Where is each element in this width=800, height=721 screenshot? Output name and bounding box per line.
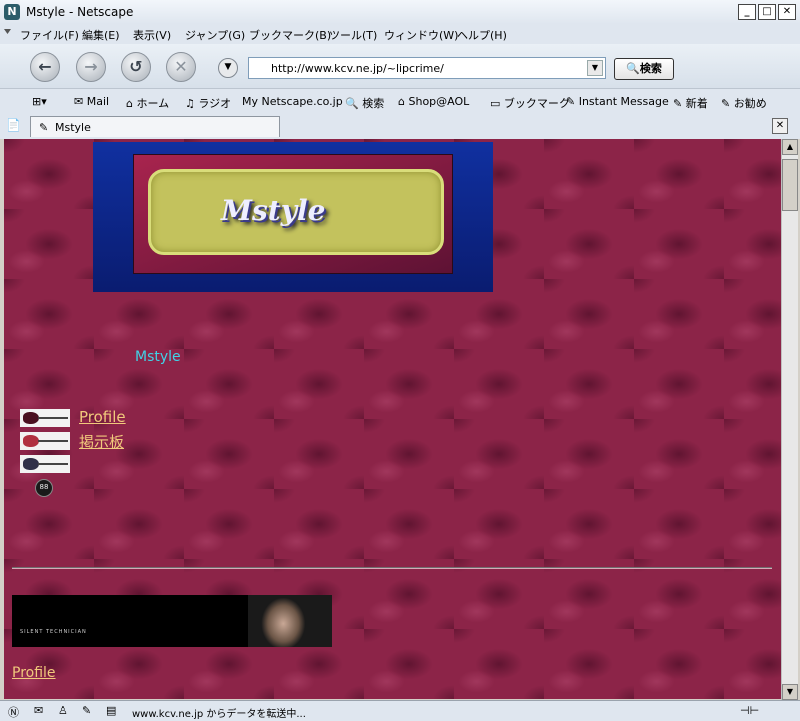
my-netscape-icon: My — [242, 95, 262, 108]
search-button-label: 検索 — [639, 62, 662, 75]
banner-logo-text: Mstyle — [221, 194, 326, 227]
url-history-dropdown-icon[interactable]: ▼ — [218, 58, 238, 78]
bookmark-icon: ✎ — [566, 95, 579, 108]
portrait-photo — [248, 595, 332, 647]
minimize-button[interactable]: _ — [738, 4, 756, 20]
menu-tools[interactable]: ツール(T) — [329, 27, 377, 43]
banner-frame: Mstyle — [133, 154, 453, 274]
site-banner: Mstyle — [93, 142, 493, 292]
personal-item-bookmarks[interactable]: ▭ ブックマーク — [490, 95, 570, 111]
scroll-up-icon[interactable]: ▲ — [782, 139, 798, 155]
menu-edit[interactable]: 編集(E) — [82, 27, 120, 43]
status-text: www.kcv.ne.jp からデータを転送中... — [132, 709, 306, 720]
aim-icon[interactable]: ♙ — [58, 704, 68, 717]
url-field[interactable]: http://www.kcv.ne.jp/~lipcrime/ ▼ — [248, 57, 606, 79]
personal-item-new[interactable]: ✎ 新着 — [673, 95, 708, 111]
url-dropdown-icon[interactable]: ▼ — [587, 60, 603, 76]
tab-bar: 📄 ✎ Mstyle ✕ — [0, 114, 800, 139]
search-icon: 🔍 — [345, 97, 363, 110]
address-book-icon[interactable]: ▤ — [106, 704, 116, 717]
personal-item-shop[interactable]: ⌂ Shop@AOL — [398, 95, 469, 108]
back-button[interactable]: ← — [30, 52, 60, 82]
scroll-thumb[interactable] — [782, 159, 798, 211]
back-arrow-icon: ← — [38, 57, 52, 76]
reload-button[interactable]: ↺ — [121, 52, 151, 82]
toolbar-grip-icon[interactable] — [4, 27, 12, 41]
bookmark-folder-icon: ▭ — [490, 97, 504, 110]
menu-go[interactable]: ジャンプ(G) — [185, 27, 245, 43]
close-button[interactable]: ✕ — [778, 4, 796, 20]
personal-item-mail[interactable]: ✉ Mail — [74, 95, 109, 108]
bbs-link[interactable]: 掲示板 — [79, 431, 124, 452]
banner-plate: Mstyle — [148, 169, 444, 255]
shop-icon: ⌂ — [398, 95, 409, 108]
site-name: Mstyle — [135, 349, 181, 365]
forward-arrow-icon: → — [84, 57, 98, 76]
guitar-icon — [20, 432, 70, 450]
composer-icon[interactable]: ✎ — [82, 704, 91, 717]
new-tab-icon[interactable]: 📄 — [6, 118, 24, 134]
maximize-button[interactable]: □ — [758, 4, 776, 20]
forward-button[interactable]: → — [76, 52, 106, 82]
photo-banner: SILENT TECHNICIAN — [12, 595, 332, 647]
status-bar: Ⓝ ✉ ♙ ✎ ▤ www.kcv.ne.jp からデータを転送中... ⊣⊢ — [0, 700, 800, 721]
home-icon: ⌂ — [126, 97, 137, 110]
reload-icon: ↺ — [129, 57, 143, 76]
counter-icon: 88 — [35, 479, 53, 497]
menu-help[interactable]: ヘルプ(H) — [457, 27, 507, 43]
scroll-down-icon[interactable]: ▼ — [782, 684, 798, 700]
personal-toolbar: ⊞▾ ✉ Mail ⌂ ホーム ♫ ラジオ My Netscape.co.jp … — [0, 88, 800, 115]
menu-file[interactable]: ファイル(F) — [20, 27, 79, 43]
menu-bookmarks[interactable]: ブックマーク(B) — [249, 27, 331, 43]
stop-icon: ✕ — [174, 57, 188, 76]
bookmark-icon: ✎ — [673, 97, 686, 110]
mail-icon[interactable]: ✉ — [34, 704, 43, 717]
personal-item-search[interactable]: 🔍 検索 — [345, 95, 384, 111]
window-controls: _ □ ✕ — [738, 4, 796, 20]
bookmark-icon: ✎ — [721, 97, 734, 110]
netscape-status-icon[interactable]: Ⓝ — [8, 704, 19, 720]
personal-item-home[interactable]: ⌂ ホーム — [126, 95, 169, 111]
security-icon[interactable]: ⊣⊢ — [740, 704, 759, 717]
stop-button[interactable]: ✕ — [166, 52, 196, 82]
netscape-icon: N — [4, 4, 20, 20]
menu-view[interactable]: 表示(V) — [133, 27, 171, 43]
profile-link[interactable]: Profile — [79, 408, 126, 426]
guitar-icon — [20, 455, 70, 473]
mail-icon: ✉ — [74, 95, 87, 108]
page-content[interactable]: Mstyle Mstyle Profile 掲示板 88 SILENT TECH… — [4, 139, 781, 699]
horizontal-rule — [12, 567, 772, 569]
personal-item-instant-message[interactable]: ✎ Instant Message — [566, 95, 669, 108]
search-button[interactable]: 🔍検索 — [614, 58, 674, 80]
window-title: Mstyle - Netscape — [26, 5, 134, 19]
guitar-icon — [20, 409, 70, 427]
page-icon: ✎ — [39, 121, 49, 134]
tab-label: Mstyle — [55, 121, 91, 134]
photo-caption: SILENT TECHNICIAN — [20, 629, 87, 635]
vertical-scrollbar[interactable]: ▲ ▼ — [781, 139, 798, 700]
close-tab-button[interactable]: ✕ — [772, 118, 788, 134]
menu-window[interactable]: ウィンドウ(W) — [384, 27, 458, 43]
menu-bar: ファイル(F) 編集(E) 表示(V) ジャンプ(G) ブックマーク(B) ツー… — [0, 24, 800, 44]
tab-mstyle[interactable]: ✎ Mstyle — [30, 116, 280, 137]
radio-icon: ♫ — [185, 97, 199, 110]
title-bar: N Mstyle - Netscape _ □ ✕ — [0, 0, 800, 25]
profile-link-bottom[interactable]: Profile — [12, 665, 56, 681]
url-text[interactable]: http://www.kcv.ne.jp/~lipcrime/ — [271, 62, 444, 75]
personal-toolbar-menu-icon[interactable]: ⊞▾ — [32, 95, 47, 108]
personal-item-netscape[interactable]: My Netscape.co.jp — [242, 95, 343, 108]
personal-item-recommend[interactable]: ✎ お勧め — [721, 95, 767, 111]
personal-item-radio[interactable]: ♫ ラジオ — [185, 95, 231, 111]
